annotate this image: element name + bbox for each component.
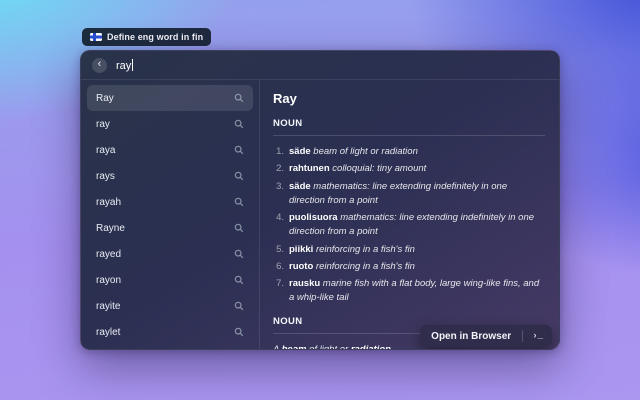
- chevron-left-icon: ‹: [98, 59, 102, 70]
- definition-desc: marine fish with a flat body, large wing…: [289, 278, 539, 303]
- definition-number: 1.: [273, 145, 284, 159]
- command-badge-label: Define eng word in fin: [107, 32, 203, 42]
- definition-term: rausku: [289, 278, 320, 289]
- search-icon: [234, 327, 244, 337]
- list-item[interactable]: raya: [87, 137, 253, 163]
- open-in-browser-button[interactable]: Open in Browser: [420, 331, 522, 342]
- partial-text: of light or: [306, 344, 350, 350]
- list-item[interactable]: ray: [87, 111, 253, 137]
- definition-item: 6. ruoto reinforcing in a fish's fin: [273, 260, 545, 274]
- definition-term: piikki: [289, 244, 313, 255]
- definition-item: 7. rausku marine fish with a flat body, …: [273, 277, 545, 306]
- definition-desc: colloquial: tiny amount: [332, 163, 426, 174]
- list-item-label: ray: [96, 119, 110, 130]
- search-icon: [234, 171, 244, 181]
- desktop: { "colors": { "flag_blue": "#2a4fd6", "w…: [0, 0, 640, 400]
- definition-number: 3.: [273, 180, 284, 209]
- definition-item: 4. puolisuora mathematics: line extendin…: [273, 211, 545, 240]
- list-item-label: Ray: [96, 93, 114, 104]
- search-icon: [234, 301, 244, 311]
- definition-number: 5.: [273, 243, 284, 257]
- section-divider: [273, 135, 545, 136]
- search-icon: [234, 197, 244, 207]
- launcher-window: ‹ ray Ray ray raya rays rayah: [80, 50, 560, 350]
- search-icon: [234, 249, 244, 259]
- text-caret: [132, 59, 133, 71]
- definition-item: 1. säde beam of light or radiation: [273, 145, 545, 159]
- list-item[interactable]: rays: [87, 163, 253, 189]
- partial-bold: beam: [282, 344, 307, 350]
- definition-term: rahtunen: [289, 163, 330, 174]
- definition-desc: mathematics: line extending indefinitely…: [289, 181, 507, 206]
- search-query-text: ray: [116, 60, 131, 72]
- definition-number: 2.: [273, 162, 284, 176]
- list-item-label: raya: [96, 145, 115, 156]
- search-icon: [234, 93, 244, 103]
- list-item-label: rayon: [96, 275, 121, 286]
- definition-number: 6.: [273, 260, 284, 274]
- back-button[interactable]: ‹: [92, 58, 107, 73]
- definition-list: 1. säde beam of light or radiation 2. ra…: [273, 145, 545, 306]
- list-item[interactable]: Ray: [87, 85, 253, 111]
- finland-flag-icon: [90, 33, 102, 41]
- definition-desc: reinforcing in a fish's fin: [316, 244, 415, 255]
- list-item-label: rays: [96, 171, 115, 182]
- search-input[interactable]: ray: [116, 59, 133, 72]
- definition-item: 2. rahtunen colloquial: tiny amount: [273, 162, 545, 176]
- list-item-label: rayed: [96, 249, 121, 260]
- list-item-label: raylet: [96, 327, 120, 338]
- command-badge: Define eng word in fin: [82, 28, 211, 46]
- terminal-prompt-icon[interactable]: ›_: [523, 331, 552, 341]
- search-icon: [234, 223, 244, 233]
- definition-term: säde: [289, 146, 311, 157]
- search-icon: [234, 145, 244, 155]
- entry-title: Ray: [273, 91, 545, 106]
- definition-item: 3. säde mathematics: line extending inde…: [273, 180, 545, 209]
- action-bar: Open in Browser ›_: [420, 325, 552, 347]
- definition-desc: reinforcing in a fish's fin: [316, 261, 415, 272]
- window-content: Ray ray raya rays rayah Rayne: [81, 80, 559, 349]
- definition-number: 7.: [273, 277, 284, 306]
- search-bar: ‹ ray: [81, 51, 559, 80]
- list-item-label: Rayne: [96, 223, 125, 234]
- list-item[interactable]: raylet: [87, 319, 253, 345]
- list-item[interactable]: rayah: [87, 189, 253, 215]
- definition-panel: Ray NOUN 1. säde beam of light or radiat…: [260, 80, 559, 349]
- definition-term: puolisuora: [289, 212, 338, 223]
- partial-text: A: [273, 344, 282, 350]
- list-item[interactable]: Rayne: [87, 215, 253, 241]
- definition-term: säde: [289, 181, 311, 192]
- definition-desc: beam of light or radiation: [313, 146, 418, 157]
- section-header: NOUN: [273, 118, 545, 129]
- list-item[interactable]: rayite: [87, 293, 253, 319]
- list-item-label: rayah: [96, 197, 121, 208]
- list-item[interactable]: rayon: [87, 267, 253, 293]
- search-icon: [234, 119, 244, 129]
- definition-term: ruoto: [289, 261, 313, 272]
- definition-number: 4.: [273, 211, 284, 240]
- suggestion-list: Ray ray raya rays rayah Rayne: [81, 80, 260, 349]
- search-icon: [234, 275, 244, 285]
- list-item[interactable]: rayed: [87, 241, 253, 267]
- partial-bold: radiation: [351, 344, 391, 350]
- list-item-label: rayite: [96, 301, 120, 312]
- definition-item: 5. piikki reinforcing in a fish's fin: [273, 243, 545, 257]
